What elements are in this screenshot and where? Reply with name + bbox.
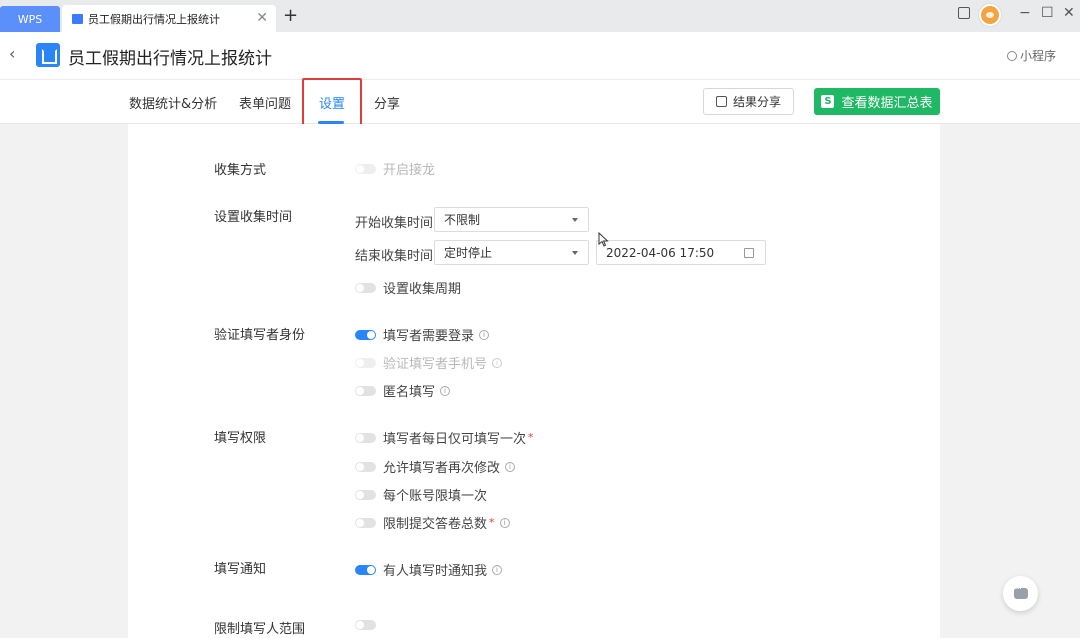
layout-icon[interactable] — [958, 7, 970, 23]
tab-data-analysis[interactable]: 数据统计&分析 — [129, 93, 217, 112]
account-once-label: 每个账号限填一次 — [383, 489, 488, 504]
start-time-value: 不限制 — [444, 213, 481, 227]
start-time-select[interactable]: 不限制 — [434, 207, 589, 232]
document-tab-label: 员工假期出行情况上报统计 — [88, 12, 220, 26]
section-identity: 验证填写者身份 — [214, 328, 306, 343]
toggle-row-relay: 开启接龙 — [355, 159, 435, 178]
page-header: ‹ 员工假期出行情况上报统计 小程序 — [0, 32, 1080, 80]
maximize-button[interactable]: ☐ — [1041, 5, 1054, 21]
toggle-row-period: 设置收集周期 — [355, 278, 461, 297]
title-tab-bar: WPS 员工假期出行情况上报统计 ✕ + − ☐ ✕ — [0, 0, 1080, 32]
daily-once-toggle[interactable] — [355, 432, 376, 443]
section-collect-method: 收集方式 — [214, 163, 267, 178]
allow-edit-label: 允许填写者再次修改 — [383, 461, 501, 476]
info-icon[interactable]: i — [505, 461, 516, 472]
tab-form-questions[interactable]: 表单问题 — [239, 93, 291, 112]
info-icon[interactable]: i — [440, 385, 451, 396]
limit-total-label: 限制提交答卷总数 — [383, 517, 488, 532]
info-icon[interactable]: i — [492, 564, 503, 575]
daily-once-label: 填写者每日仅可填写一次 — [383, 432, 527, 447]
end-time-label: 结束收集时间 — [355, 249, 434, 264]
period-label: 设置收集周期 — [383, 282, 462, 297]
period-toggle[interactable] — [355, 282, 376, 293]
toggle-row-scope — [355, 620, 383, 630]
anonymous-toggle[interactable] — [355, 385, 376, 396]
toggle-row-login: 填写者需要登录 i — [355, 325, 490, 344]
mouse-cursor-icon — [598, 232, 609, 247]
info-icon[interactable]: i — [499, 517, 510, 528]
start-time-label: 开始收集时间 — [355, 216, 434, 231]
result-share-label: 结果分享 — [732, 95, 781, 109]
chat-support-button[interactable] — [1003, 576, 1038, 611]
spreadsheet-icon: S — [821, 95, 835, 108]
user-avatar[interactable] — [979, 4, 1001, 26]
tab-share[interactable]: 分享 — [374, 93, 400, 112]
end-datetime-value: 2022-04-06 17:50 — [606, 245, 715, 260]
chat-icon — [1013, 584, 1028, 599]
info-icon[interactable]: i — [492, 357, 503, 368]
close-tab-icon[interactable]: ✕ — [256, 10, 268, 26]
section-collect-time: 设置收集时间 — [214, 210, 293, 225]
form-app-icon — [36, 43, 60, 67]
phone-verify-toggle[interactable] — [355, 357, 376, 368]
relay-toggle[interactable] — [355, 163, 376, 174]
highlight-annotation — [302, 78, 362, 130]
form-doc-icon — [72, 13, 83, 24]
login-label: 填写者需要登录 — [383, 329, 475, 344]
required-mark: * — [489, 516, 495, 529]
anonymous-label: 匿名填写 — [383, 385, 436, 400]
toggle-row-notify: 有人填写时通知我 i — [355, 560, 503, 579]
login-toggle[interactable] — [355, 329, 376, 340]
toggle-row-limit-total: 限制提交答卷总数 * i — [355, 513, 510, 532]
chevron-down-icon — [572, 218, 578, 222]
close-window-button[interactable]: ✕ — [1063, 5, 1075, 21]
view-summary-label: 查看数据汇总表 — [841, 96, 933, 111]
required-mark: * — [528, 431, 534, 444]
account-once-toggle[interactable] — [355, 489, 376, 500]
link-icon — [1006, 51, 1017, 61]
info-icon[interactable]: i — [479, 329, 490, 340]
section-notify: 填写通知 — [214, 562, 267, 577]
toggle-row-anonymous: 匿名填写 i — [355, 381, 451, 400]
toggle-row-account-once: 每个账号限填一次 — [355, 485, 487, 504]
notify-label: 有人填写时通知我 — [383, 564, 488, 579]
scope-toggle[interactable] — [355, 620, 376, 630]
view-summary-button[interactable]: S 查看数据汇总表 — [814, 88, 940, 115]
share-icon — [715, 96, 727, 107]
relay-label: 开启接龙 — [383, 163, 436, 178]
new-tab-button[interactable]: + — [283, 5, 298, 26]
notify-toggle[interactable] — [355, 564, 376, 575]
section-permission: 填写权限 — [214, 431, 267, 446]
document-tab[interactable]: 员工假期出行情况上报统计 ✕ — [62, 5, 276, 32]
end-datetime-picker[interactable]: 2022-04-06 17:50 — [596, 240, 766, 265]
wps-home-tab[interactable]: WPS — [0, 6, 60, 32]
calendar-icon — [744, 248, 754, 258]
phone-verify-label: 验证填写者手机号 — [383, 357, 488, 372]
end-time-value: 定时停止 — [444, 246, 493, 260]
toggle-row-daily-once: 填写者每日仅可填写一次 * — [355, 428, 534, 447]
toggle-row-phone: 验证填写者手机号 i — [355, 353, 503, 372]
end-time-select[interactable]: 定时停止 — [434, 240, 589, 265]
page-title: 员工假期出行情况上报统计 — [68, 49, 272, 69]
toggle-row-allow-edit: 允许填写者再次修改 i — [355, 457, 516, 476]
allow-edit-toggle[interactable] — [355, 461, 376, 472]
mini-program-link[interactable]: 小程序 — [1006, 47, 1056, 64]
minimize-button[interactable]: − — [1019, 5, 1031, 21]
result-share-button[interactable]: 结果分享 — [703, 88, 794, 115]
section-scope: 限制填写人范围 — [214, 622, 306, 637]
limit-total-toggle[interactable] — [355, 517, 376, 528]
chevron-down-icon — [572, 251, 578, 255]
back-icon[interactable]: ‹ — [9, 44, 15, 63]
mini-program-label: 小程序 — [1019, 49, 1056, 63]
